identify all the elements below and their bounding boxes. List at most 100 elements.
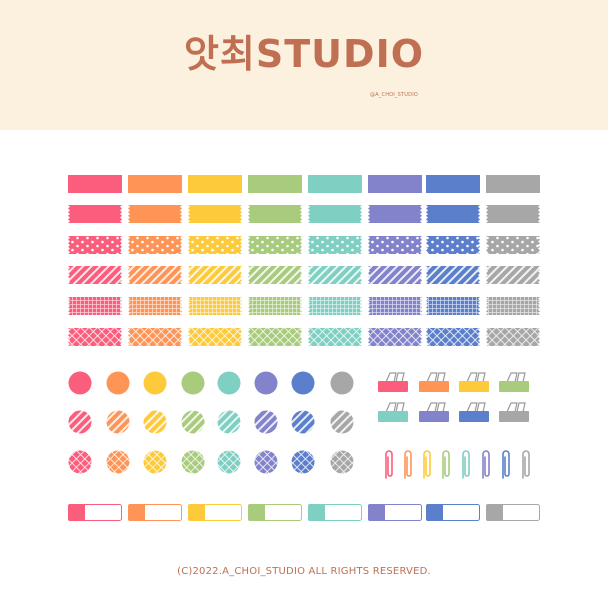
round-sticker-plain-pink [68, 371, 92, 395]
washi-tape-cross-hatch-purple [368, 328, 422, 346]
washi-tape-wavy-edge-purple [368, 205, 422, 223]
washi-tape-plain-orange [128, 175, 182, 193]
washi-tape-grid-pink [68, 297, 122, 315]
studio-handle: @A_CHOI_STUDIO [370, 92, 419, 98]
washi-tape-wavy-edge-yellow [188, 205, 242, 223]
washi-tape-stripes-blue [426, 266, 480, 284]
washi-tape-plain-yellow [188, 175, 242, 193]
washi-tape-cross-hatch-orange [128, 328, 182, 346]
tab-label-purple [368, 504, 422, 521]
sticker-sheet [68, 175, 540, 521]
round-sticker-plain-mint [217, 371, 241, 395]
washi-tape-dots-yellow [188, 236, 242, 254]
washi-tape-plain-pink [68, 175, 122, 193]
washi-tape-dots-mint [308, 236, 362, 254]
washi-tape-stripes-mint [308, 266, 362, 284]
washi-tape-plain-mint [308, 175, 362, 193]
washi-tape-dots-blue [426, 236, 480, 254]
round-sticker-plain-green [181, 371, 205, 395]
washi-tape-wavy-edge-gray [486, 205, 540, 223]
washi-tape-dots-pink [68, 236, 122, 254]
tab-label-gray [486, 504, 540, 521]
round-sticker-grid-green [181, 450, 205, 474]
round-sticker-grid-gray [330, 450, 354, 474]
round-sticker-plain-gray [330, 371, 354, 395]
round-sticker-stripes-orange [106, 410, 130, 434]
paper-clip-green [442, 450, 450, 479]
washi-tape-wavy-edge-mint [308, 205, 362, 223]
washi-tape-stripes-yellow [188, 266, 242, 284]
binder-clip-purple [419, 402, 449, 422]
washi-tape-grid [68, 175, 540, 346]
washi-tape-grid-orange [128, 297, 182, 315]
washi-tape-cross-hatch-mint [308, 328, 362, 346]
round-sticker-stripes-green [181, 410, 205, 434]
washi-tape-dots-gray [486, 236, 540, 254]
washi-tape-plain-green [248, 175, 302, 193]
paper-clip-pink [385, 450, 393, 479]
washi-tape-stripes-orange [128, 266, 182, 284]
round-sticker-grid-purple [254, 450, 278, 474]
binder-clip-yellow [459, 372, 489, 392]
tab-label-green [248, 504, 302, 521]
binder-clip-gray [499, 402, 529, 422]
binder-clip-pink [378, 372, 408, 392]
washi-tape-stripes-green [248, 266, 302, 284]
round-sticker-grid-yellow [143, 450, 167, 474]
round-sticker-grid-mint [217, 450, 241, 474]
round-sticker-stripes-mint [217, 410, 241, 434]
binder-clip-grid [378, 372, 529, 422]
paper-clip-purple [482, 450, 490, 479]
paper-clip-gray [522, 450, 530, 479]
paper-clip-orange [404, 450, 412, 479]
tab-label-blue [426, 504, 480, 521]
round-sticker-plain-orange [106, 371, 130, 395]
washi-tape-grid-green [248, 297, 302, 315]
round-sticker-plain-yellow [143, 371, 167, 395]
round-sticker-stripes-pink [68, 410, 92, 434]
washi-tape-plain-blue [426, 175, 480, 193]
paper-clip-mint [462, 450, 470, 479]
round-sticker-grid-pink [68, 450, 92, 474]
round-sticker-stripes-purple [254, 410, 278, 434]
round-sticker-plain-blue [291, 371, 315, 395]
binder-clip-mint [378, 402, 408, 422]
washi-tape-wavy-edge-green [248, 205, 302, 223]
brand-header: 앗최STUDIO @A_CHOI_STUDIO [0, 0, 608, 130]
washi-tape-wavy-edge-orange [128, 205, 182, 223]
round-sticker-stripes-yellow [143, 410, 167, 434]
copyright-footer: (C)2022.A_CHOI_STUDIO ALL RIGHTS RESERVE… [177, 566, 431, 577]
washi-tape-grid-yellow [188, 297, 242, 315]
tab-label-row [68, 504, 540, 521]
washi-tape-stripes-pink [68, 266, 122, 284]
round-sticker-stripes-blue [291, 410, 315, 434]
washi-tape-cross-hatch-pink [68, 328, 122, 346]
washi-tape-dots-purple [368, 236, 422, 254]
tab-label-pink [68, 504, 122, 521]
washi-tape-dots-green [248, 236, 302, 254]
washi-tape-cross-hatch-blue [426, 328, 480, 346]
round-sticker-grid-blue [291, 450, 315, 474]
paper-clip-blue [502, 450, 510, 479]
washi-tape-dots-orange [128, 236, 182, 254]
washi-tape-cross-hatch-gray [486, 328, 540, 346]
washi-tape-cross-hatch-green [248, 328, 302, 346]
washi-tape-wavy-edge-blue [426, 205, 480, 223]
paper-clip-row [385, 450, 530, 479]
tab-label-mint [308, 504, 362, 521]
washi-tape-stripes-purple [368, 266, 422, 284]
washi-tape-cross-hatch-yellow [188, 328, 242, 346]
washi-tape-grid-mint [308, 297, 362, 315]
round-sticker-plain-purple [254, 371, 278, 395]
binder-clip-blue [459, 402, 489, 422]
washi-tape-plain-purple [368, 175, 422, 193]
binder-clip-green [499, 372, 529, 392]
studio-logo: 앗최STUDIO [183, 32, 425, 76]
tab-label-yellow [188, 504, 242, 521]
round-sticker-stripes-gray [330, 410, 354, 434]
washi-tape-wavy-edge-pink [68, 205, 122, 223]
washi-tape-stripes-gray [486, 266, 540, 284]
paper-clip-yellow [423, 450, 431, 479]
washi-tape-grid-purple [368, 297, 422, 315]
tab-label-orange [128, 504, 182, 521]
